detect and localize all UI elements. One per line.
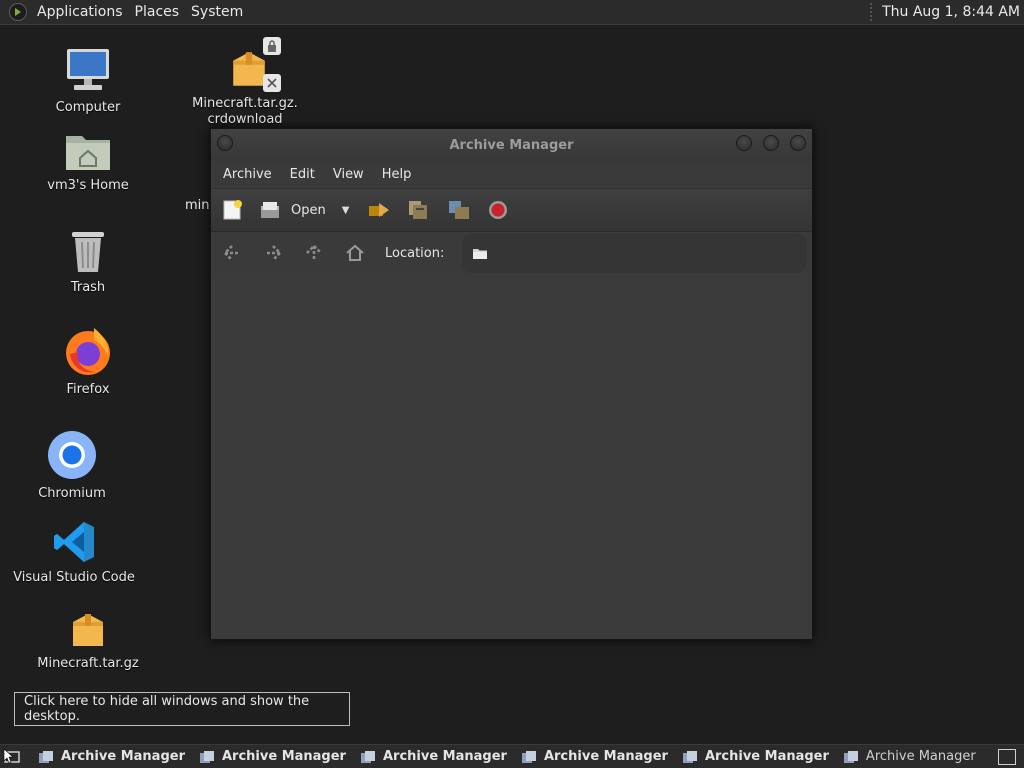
- taskbar-item[interactable]: Archive Manager: [676, 746, 835, 768]
- taskbar-item-active[interactable]: Archive Manager: [837, 746, 982, 768]
- menu-edit[interactable]: Edit: [284, 167, 327, 182]
- top-panel: Applications Places System Thu Aug 1, 8:…: [0, 0, 1024, 25]
- add-files-icon: [409, 201, 428, 219]
- taskbar-item-label: Archive Manager: [865, 749, 976, 764]
- distro-logo-icon[interactable]: [9, 3, 27, 21]
- menubar: Archive Edit View Help: [211, 161, 812, 189]
- desktop-icon-vscode[interactable]: Visual Studio Code: [13, 520, 135, 586]
- desktop-icon-label: Trash: [70, 280, 106, 295]
- taskbar-item[interactable]: Archive Manager: [193, 746, 352, 768]
- desktop-icon-label: Firefox: [66, 382, 110, 397]
- desktop-icon-chromium[interactable]: Chromium: [36, 430, 108, 502]
- trash-icon: [72, 232, 104, 272]
- location-label: Location:: [385, 245, 445, 261]
- add-folder-button[interactable]: [447, 196, 471, 224]
- window-titlebar[interactable]: Archive Manager: [211, 129, 812, 161]
- window-title: Archive Manager: [449, 137, 574, 153]
- archive-icon: [73, 614, 103, 646]
- home-icon: [346, 244, 364, 261]
- open-dropdown-icon[interactable]: ▼: [342, 205, 350, 216]
- desktop-icon-label: vm3's Home: [47, 178, 129, 193]
- taskbar-item-label: Archive Manager: [704, 749, 829, 764]
- desktop-icon-label: Minecraft.tar.gz.: [192, 96, 298, 111]
- menu-help[interactable]: Help: [376, 167, 424, 182]
- new-document-icon: [223, 200, 242, 220]
- open-folder-icon: [261, 202, 279, 218]
- archive-content-area[interactable]: [211, 273, 812, 639]
- minimize-button[interactable]: [736, 135, 752, 151]
- desktop-icon-label: Minecraft.tar.gz: [37, 656, 139, 671]
- partial-desktop-label: min: [185, 198, 210, 213]
- show-desktop-tooltip: Click here to hide all windows and show …: [14, 692, 350, 726]
- new-archive-button[interactable]: [221, 196, 243, 224]
- close-button[interactable]: [790, 135, 806, 151]
- desktop-icon-trash[interactable]: Trash: [52, 228, 124, 296]
- forward-button[interactable]: [262, 242, 284, 264]
- add-files-button[interactable]: [407, 196, 431, 224]
- desktop-icon-computer[interactable]: Computer: [52, 46, 124, 116]
- folder-icon: [473, 248, 488, 259]
- archive-manager-icon: [199, 750, 214, 763]
- stop-button[interactable]: [487, 196, 509, 224]
- desktop-icon-minecraft-archive[interactable]: Minecraft.tar.gz: [36, 610, 140, 672]
- show-desktop-icon: [3, 748, 20, 763]
- archive-manager-icon: [682, 750, 697, 763]
- archive-manager-icon: [360, 750, 375, 763]
- main-menu: Applications Places System: [0, 0, 251, 25]
- up-arrow-icon: [306, 244, 322, 260]
- workspace-switcher[interactable]: [997, 748, 1016, 765]
- taskbar-item-label: Archive Manager: [61, 749, 185, 764]
- desktop-icon-firefox[interactable]: Firefox: [52, 326, 124, 398]
- location-field[interactable]: [462, 233, 808, 273]
- open-button-label: Open: [291, 202, 326, 218]
- menu-system[interactable]: System: [187, 4, 251, 20]
- menu-applications[interactable]: Applications: [33, 4, 131, 20]
- taskbar-item-label: Archive Manager: [543, 749, 668, 764]
- home-folder-icon: [66, 136, 110, 170]
- menu-archive[interactable]: Archive: [217, 167, 284, 182]
- toolbar: Open ▼: [211, 189, 812, 232]
- stop-icon: [489, 201, 508, 219]
- home-button[interactable]: [344, 242, 366, 264]
- show-desktop-button[interactable]: [0, 746, 24, 768]
- add-folder-icon: [449, 201, 470, 219]
- extract-button[interactable]: [367, 196, 391, 224]
- firefox-icon: [66, 328, 110, 375]
- back-button[interactable]: [221, 242, 243, 264]
- taskbar-item-label: Archive Manager: [221, 749, 346, 764]
- computer-icon: [67, 49, 109, 90]
- window-menu-button[interactable]: [217, 135, 233, 151]
- archive-manager-icon: [843, 750, 858, 763]
- menu-view[interactable]: View: [327, 167, 376, 182]
- taskbar-item[interactable]: Archive Manager: [32, 746, 191, 768]
- archive-manager-window: Archive Manager Archive Edit View Help O…: [210, 128, 813, 640]
- taskbar-item[interactable]: Archive Manager: [354, 746, 513, 768]
- bottom-panel: Archive Manager Archive Manager Archive …: [0, 744, 1024, 768]
- location-bar: Location:: [211, 232, 812, 275]
- desktop-icon-home[interactable]: vm3's Home: [47, 128, 129, 194]
- desktop-icon-label: Computer: [55, 100, 121, 115]
- taskbar-item-label: Archive Manager: [382, 749, 507, 764]
- up-button[interactable]: [303, 242, 325, 264]
- chromium-icon: [48, 431, 96, 479]
- taskbar-item[interactable]: Archive Manager: [515, 746, 674, 768]
- extract-icon: [369, 203, 390, 217]
- vscode-icon: [54, 522, 94, 562]
- archive-manager-icon: [39, 750, 53, 763]
- maximize-button[interactable]: [763, 135, 779, 151]
- archive-manager-icon: [521, 750, 536, 763]
- desktop-icon-label: Chromium: [38, 486, 106, 501]
- back-arrow-icon: [223, 245, 239, 261]
- lock-icon: [263, 37, 281, 55]
- broken-x-icon: [263, 74, 281, 92]
- clock[interactable]: Thu Aug 1, 8:44 AM: [870, 3, 1024, 21]
- menu-places[interactable]: Places: [131, 4, 188, 20]
- desktop-icon-label-2: crdownload: [207, 112, 283, 127]
- forward-arrow-icon: [266, 245, 282, 261]
- open-button[interactable]: Open ▼: [259, 196, 349, 224]
- desktop-icon-label: Visual Studio Code: [13, 570, 135, 585]
- desktop-icon-crdownload[interactable]: Minecraft.tar.gz. crdownload: [190, 37, 300, 128]
